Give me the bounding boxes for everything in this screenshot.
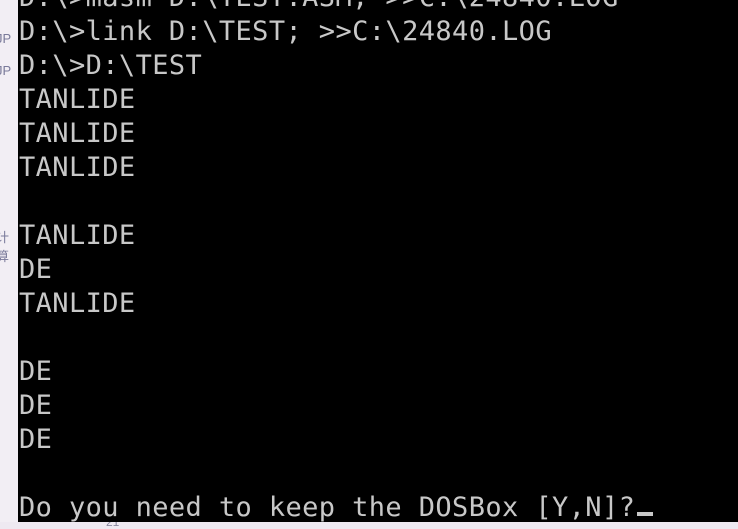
- console-line: TANLIDE: [19, 220, 136, 251]
- console-line: DE: [19, 356, 53, 387]
- console-line: TANLIDE: [19, 288, 136, 319]
- text-cursor: [637, 512, 654, 516]
- background-text-fragment: JP: [0, 31, 12, 46]
- console-line: TANLIDE: [19, 84, 136, 115]
- background-window-strip: JP JP 计算: [0, 0, 18, 529]
- console-line: DE: [19, 424, 53, 455]
- console-line: D:\>D:\TEST: [19, 50, 203, 81]
- background-text-fragment: JP: [0, 63, 12, 78]
- console-output: D:\>masm D:\TEST.ASM; >>C:\24840.LOG D:\…: [19, 0, 654, 522]
- background-bottom-strip: 21: [0, 522, 738, 529]
- console-line: D:\>masm D:\TEST.ASM; >>C:\24840.LOG: [19, 0, 653, 15]
- console-line: D:\>link D:\TEST; >>C:\24840.LOG: [19, 16, 552, 47]
- console-line: DE: [19, 390, 53, 421]
- console-line: DE: [19, 254, 53, 285]
- console-line: TANLIDE: [19, 152, 136, 183]
- background-text-fragment: 计算: [0, 230, 10, 264]
- dosbox-console[interactable]: D:\>masm D:\TEST.ASM; >>C:\24840.LOG D:\…: [18, 0, 738, 522]
- console-prompt-line: Do you need to keep the DOSBox [Y,N]?: [19, 491, 654, 522]
- background-text-fragment: 21: [106, 522, 120, 529]
- keep-dosbox-prompt: Do you need to keep the DOSBox [Y,N]?: [19, 492, 636, 522]
- console-line: TANLIDE: [19, 118, 136, 149]
